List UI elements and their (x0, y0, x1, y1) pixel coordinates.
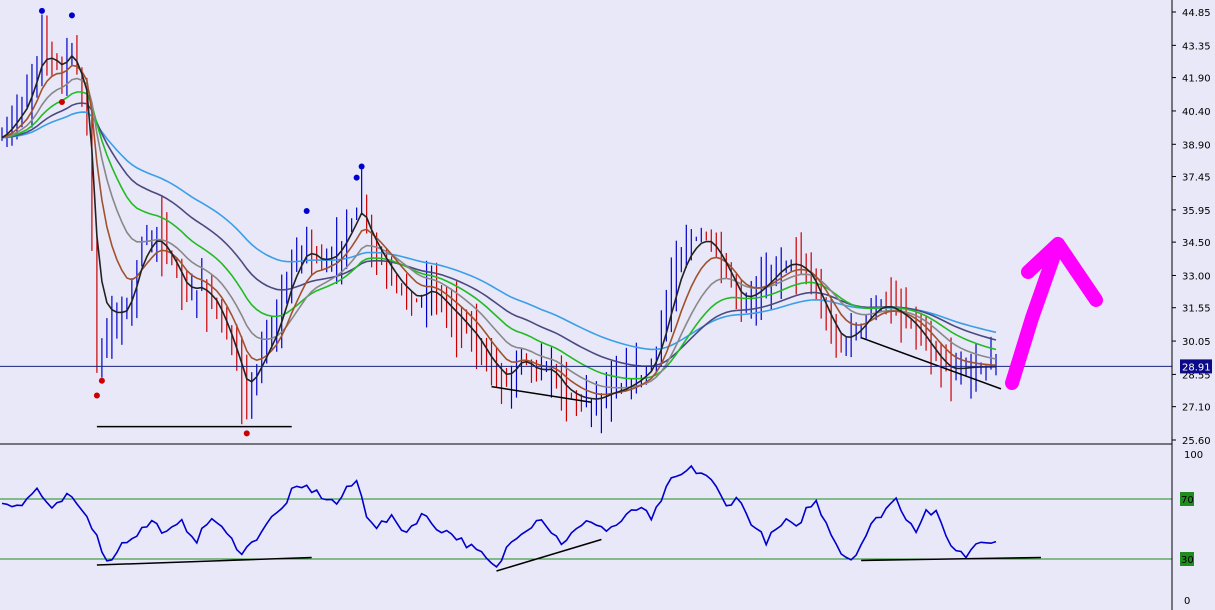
swing-low-dot (93, 392, 100, 399)
price-tick-label: 30.05 (1182, 337, 1211, 348)
level-label-70: 70 (1181, 495, 1194, 506)
swing-high-dot (303, 207, 310, 214)
level-badge-30: 30 (1180, 552, 1194, 566)
price-tick-label: 38.90 (1182, 140, 1211, 151)
price-tick-label: 35.95 (1182, 206, 1211, 217)
oscillator-tick-label: 100 (1184, 450, 1203, 461)
swing-high-dot (38, 7, 45, 14)
swing-low-dot (58, 99, 65, 106)
price-tick-label: 41.90 (1182, 74, 1211, 85)
chart-canvas: 44.85 43.35 41.90 40.40 38.90 37.45 35.95 34.50… (0, 0, 1215, 610)
swing-low-dot (243, 430, 250, 437)
price-tick-label: 37.45 (1182, 173, 1211, 184)
swing-low-dot (98, 377, 105, 384)
price-tick-label: 31.55 (1182, 304, 1211, 315)
swing-high-dot (353, 174, 360, 181)
level-label-30: 30 (1181, 555, 1194, 566)
level-badge-70: 70 (1180, 492, 1194, 506)
oscillator-tick-label: 0 (1184, 596, 1190, 607)
price-tick-label: 27.10 (1182, 403, 1211, 414)
swing-high-dot (358, 163, 365, 170)
current-price-label: 28.91 (1182, 362, 1211, 373)
price-tick-label: 44.85 (1182, 8, 1211, 19)
price-tick-label: 34.50 (1182, 238, 1211, 249)
price-tick-label: 43.35 (1182, 41, 1211, 52)
price-tick-label: 40.40 (1182, 107, 1211, 118)
price-tick-label: 33.00 (1182, 271, 1211, 282)
price-tick-label: 25.60 (1182, 436, 1211, 447)
current-price-badge: 28.91 (1180, 359, 1212, 374)
swing-high-dot (68, 12, 75, 19)
